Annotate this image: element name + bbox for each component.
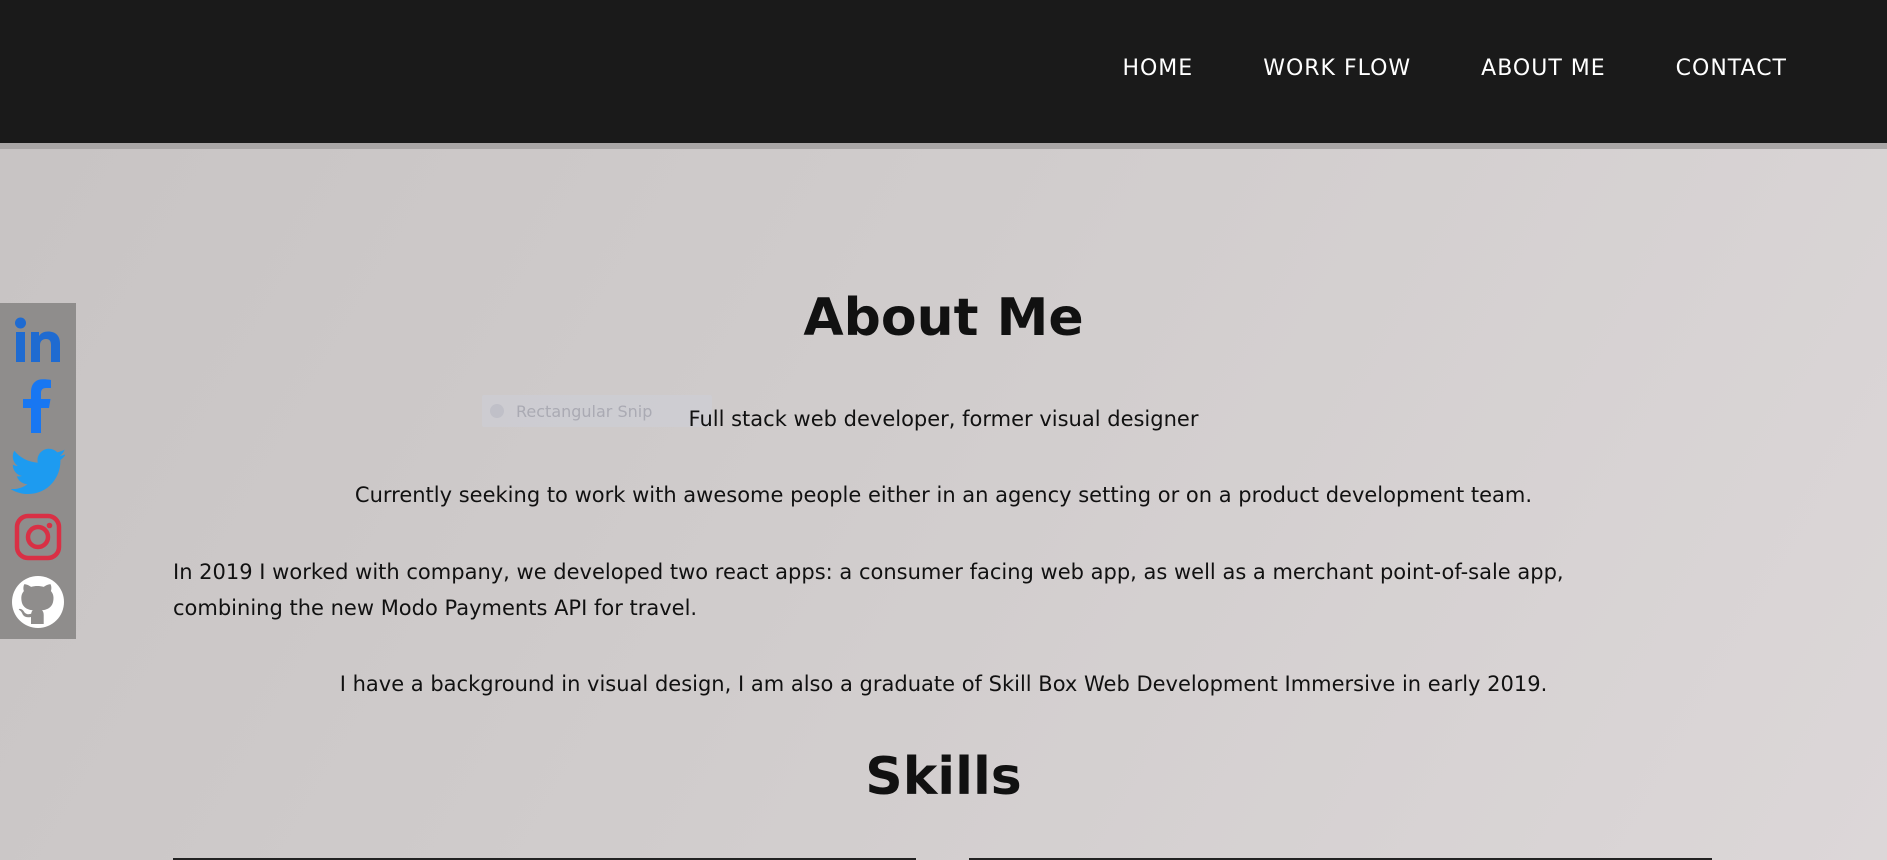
nav-link-about-me[interactable]: ABOUT ME [1481,56,1606,81]
nav-link-work-flow[interactable]: WORK FLOW [1263,56,1411,81]
top-navbar: HOME WORK FLOW ABOUT ME CONTACT [0,0,1887,149]
about-title: About Me [803,288,1084,348]
about-seeking: Currently seeking to work with awesome p… [354,483,1533,507]
nav-link-contact[interactable]: CONTACT [1676,56,1787,81]
github-icon[interactable] [10,574,66,630]
instagram-icon[interactable] [10,509,66,565]
skills-title: Skills [865,747,1022,807]
about-experience-line-2: combining the new Modo Payments API for … [173,596,698,620]
about-background: I have a background in visual design, I … [339,672,1548,696]
social-sidebar [0,303,76,639]
nav-link-home[interactable]: HOME [1122,56,1193,81]
about-experience-line-1: In 2019 I worked with company, we develo… [173,560,1564,584]
nav-menu: HOME WORK FLOW ABOUT ME CONTACT [1052,56,1787,81]
about-tagline: Full stack web developer, former visual … [688,407,1199,431]
